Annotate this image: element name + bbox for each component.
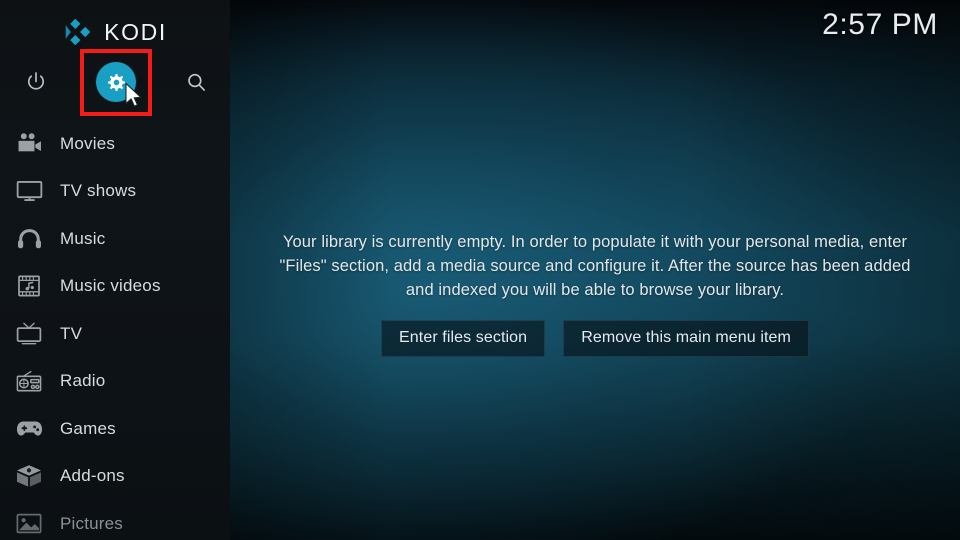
- sidebar-item-games[interactable]: Games: [0, 405, 230, 453]
- sidebar-item-add-ons[interactable]: Add-ons: [0, 453, 230, 501]
- sidebar-top-actions: [0, 54, 230, 110]
- sidebar-item-music-videos[interactable]: Music videos: [0, 263, 230, 311]
- search-icon: [187, 73, 205, 91]
- picture-icon: [12, 509, 46, 539]
- settings-button-circle: [96, 62, 136, 102]
- sidebar-item-label: TV shows: [60, 181, 137, 201]
- gear-icon: [107, 73, 125, 91]
- monitor-icon: [12, 176, 46, 206]
- kodi-logo-icon: [65, 18, 91, 46]
- settings-button[interactable]: [82, 54, 150, 110]
- open-box-icon: [12, 461, 46, 491]
- film-music-icon: [12, 271, 46, 301]
- sidebar-item-label: Pictures: [60, 513, 124, 533]
- sidebar-item-label: Games: [60, 418, 116, 438]
- sidebar-item-pictures[interactable]: Pictures: [0, 500, 230, 540]
- search-button[interactable]: [172, 54, 220, 110]
- sidebar-item-tv-shows[interactable]: TV shows: [0, 168, 230, 216]
- empty-library-message: Your library is currently empty. In orde…: [279, 233, 911, 299]
- sidebar-item-tv[interactable]: TV: [0, 310, 230, 358]
- gamepad-icon: [12, 414, 46, 444]
- sidebar-item-label: Add-ons: [60, 466, 125, 486]
- main-menu: Movies TV shows Music Music videos TV Ra…: [0, 120, 230, 540]
- sidebar-item-label: Music: [60, 228, 106, 248]
- sidebar-item-label: TV: [60, 323, 83, 343]
- sidebar-item-movies[interactable]: Movies: [0, 120, 230, 168]
- power-icon: [27, 72, 45, 90]
- app-logo: KODI: [0, 12, 230, 52]
- enter-files-section-button[interactable]: Enter files section: [381, 320, 546, 357]
- kodi-home-screen: KODI Movies TV shows Music Music videos …: [0, 0, 960, 540]
- sidebar: KODI Movies TV shows Music Music videos …: [0, 0, 230, 540]
- headphones-icon: [12, 224, 46, 254]
- remove-main-menu-item-button[interactable]: Remove this main menu item: [563, 320, 809, 357]
- movie-camera-icon: [12, 129, 46, 159]
- clock: 2:57 PM: [822, 8, 938, 41]
- app-name: KODI: [104, 18, 167, 45]
- action-buttons: Enter files section Remove this main men…: [381, 320, 809, 357]
- sidebar-item-label: Movies: [60, 133, 116, 153]
- main-content: Your library is currently empty. In orde…: [230, 0, 960, 540]
- sidebar-item-label: Music videos: [60, 276, 161, 296]
- radio-icon: [12, 366, 46, 396]
- sidebar-item-label: Radio: [60, 371, 106, 391]
- retro-tv-icon: [12, 319, 46, 349]
- sidebar-item-music[interactable]: Music: [0, 215, 230, 263]
- sidebar-item-radio[interactable]: Radio: [0, 358, 230, 406]
- power-button[interactable]: [12, 54, 60, 110]
